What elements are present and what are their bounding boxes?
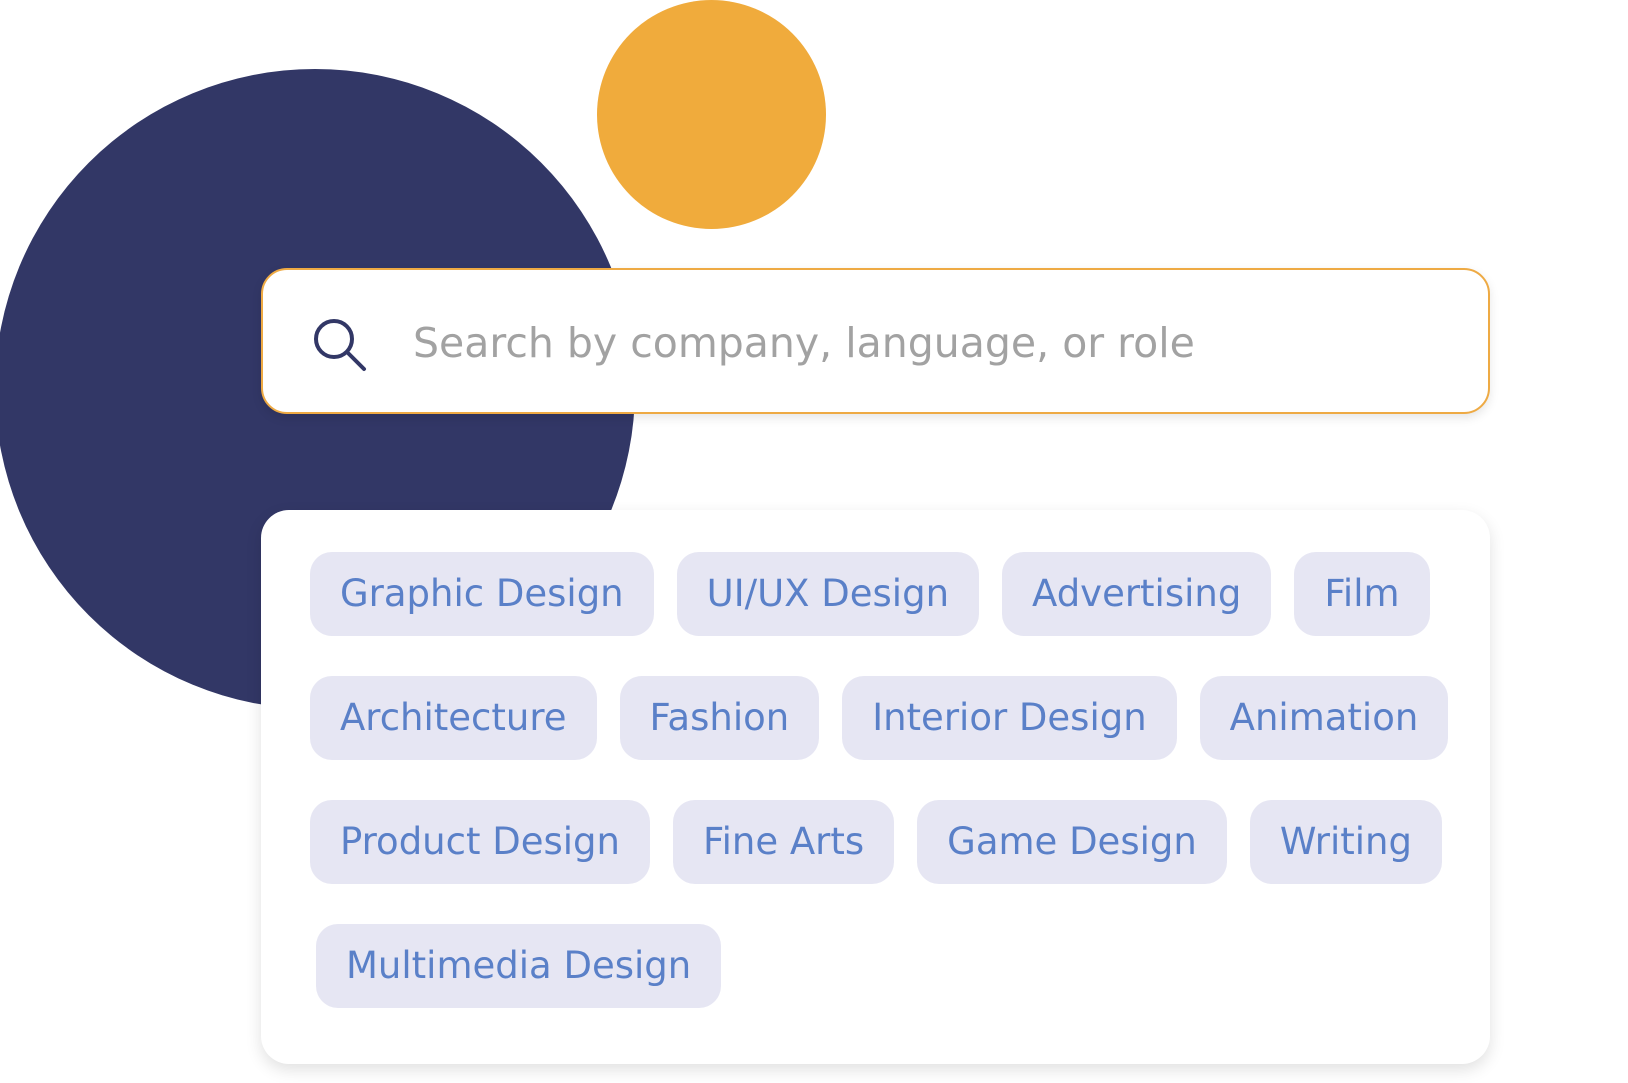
orange-decorative-circle <box>597 0 826 229</box>
tag-row: Multimedia Design <box>310 924 1490 1008</box>
tag-row: Graphic Design UI/UX Design Advertising … <box>310 552 1490 636</box>
tag-row: Product Design Fine Arts Game Design Wri… <box>310 800 1490 884</box>
tag-row: Architecture Fashion Interior Design Ani… <box>310 676 1490 760</box>
tag-ui-ux-design[interactable]: UI/UX Design <box>676 552 980 636</box>
tag-product-design[interactable]: Product Design <box>310 800 650 884</box>
tag-writing[interactable]: Writing <box>1249 800 1442 884</box>
search-input[interactable] <box>413 300 1453 386</box>
category-tag-panel: Graphic Design UI/UX Design Advertising … <box>261 510 1490 1064</box>
search-bar[interactable] <box>261 268 1490 414</box>
tag-game-design[interactable]: Game Design <box>917 800 1227 884</box>
tag-advertising[interactable]: Advertising <box>1002 552 1272 636</box>
search-icon <box>310 315 370 375</box>
tag-architecture[interactable]: Architecture <box>310 676 597 760</box>
tag-multimedia-design[interactable]: Multimedia Design <box>316 924 722 1008</box>
tag-graphic-design[interactable]: Graphic Design <box>310 552 654 636</box>
tag-animation[interactable]: Animation <box>1199 676 1449 760</box>
tag-interior-design[interactable]: Interior Design <box>842 676 1177 760</box>
tag-film[interactable]: Film <box>1294 552 1430 636</box>
tag-fine-arts[interactable]: Fine Arts <box>673 800 895 884</box>
tag-fashion[interactable]: Fashion <box>619 676 820 760</box>
